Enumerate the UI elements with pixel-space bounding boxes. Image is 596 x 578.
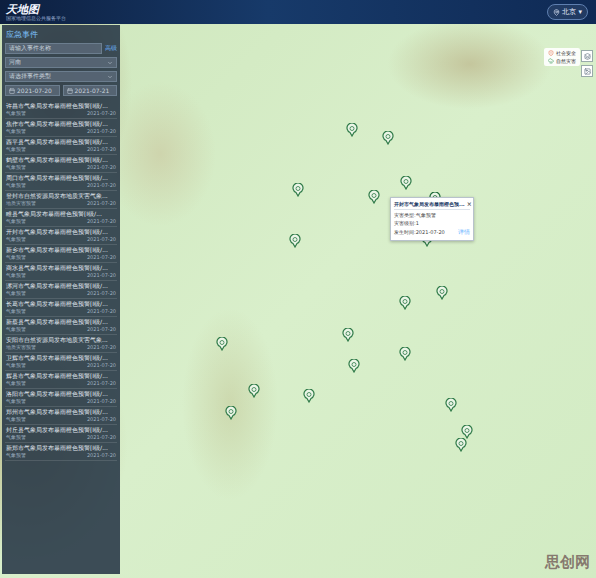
location-icon (553, 9, 560, 16)
close-button[interactable]: × (467, 200, 472, 207)
advanced-button[interactable]: 高级 (105, 44, 117, 53)
map-pin[interactable] (368, 189, 380, 203)
map-pin-icon (455, 438, 467, 452)
event-item[interactable]: 新蔡县气象局发布暴雨橙色预警[I级/...气象预警2021-07-20 (5, 317, 117, 335)
event-item[interactable]: 周口市气象局发布暴雨橙色预警[I级/...气象预警2021-07-20 (5, 173, 117, 191)
detail-link[interactable]: 详情 (458, 228, 470, 237)
calendar-icon (67, 88, 73, 94)
map-pin[interactable] (348, 358, 360, 372)
event-item[interactable]: 商水县气象局发布暴雨橙色预警[I级/...气象预警2021-07-20 (5, 263, 117, 281)
event-item[interactable]: 洛阳市气象局发布暴雨橙色预警[I级/...气象预警2021-07-20 (5, 389, 117, 407)
popup-line: 灾害类型:气象预警 (394, 212, 470, 219)
map-tools (581, 50, 593, 77)
event-item[interactable]: 封丘县气象局发布暴雨橙色预警[I级/...气象预警2021-07-20 (5, 425, 117, 443)
map[interactable]: 应急事件请输入事件名称高级河南请选择事件类型 2021-07-202021-07-… (0, 24, 596, 578)
chevron-down-icon (107, 60, 113, 66)
logo[interactable]: 天地图国家地理信息公共服务平台 (6, 4, 66, 21)
map-pin-icon (436, 286, 448, 300)
map-pin[interactable] (342, 327, 354, 341)
legend-item[interactable]: 自然灾害 (548, 58, 576, 64)
map-pin[interactable] (248, 383, 260, 397)
event-item[interactable]: 登封市自然资源局发布地质灾害气象...地质灾害预警2021-07-20 (5, 191, 117, 209)
event-item[interactable]: 辉县市气象局发布暴雨橙色预警[I级/...气象预警2021-07-20 (5, 371, 117, 389)
map-pin[interactable] (382, 130, 394, 144)
map-pin[interactable] (399, 295, 411, 309)
map-pin[interactable] (216, 336, 228, 350)
event-item[interactable]: 漯河市气象局发布暴雨橙色预警[I级/...气象预警2021-07-20 (5, 281, 117, 299)
map-pin-icon (225, 406, 237, 420)
map-pin-icon (400, 176, 412, 190)
map-pin[interactable] (436, 285, 448, 299)
map-pin[interactable] (289, 233, 301, 247)
basemap-button[interactable] (581, 65, 593, 77)
map-pin[interactable] (461, 424, 473, 438)
event-item[interactable]: 鹤壁市气象局发布暴雨橙色预警[I级/...气象预警2021-07-20 (5, 155, 117, 173)
popup-line: 发生时间:2021-07-20 (394, 229, 445, 236)
map-pin-icon (303, 389, 315, 403)
map-pin[interactable] (225, 405, 237, 419)
date-from[interactable]: 2021-07-20 (5, 85, 60, 96)
map-pin-icon (289, 234, 301, 248)
map-app: 天地图国家地理信息公共服务平台 北京▾ 应急事件请输入事件名称高级河南请选择事件类型… (0, 0, 596, 578)
map-pin[interactable] (292, 182, 304, 196)
event-item[interactable]: 西平县气象局发布暴雨橙色预警[I级/...气象预警2021-07-20 (5, 137, 117, 155)
event-item[interactable]: 睢县气象局发布暴雨橙色预警[I级/...气象预警2021-07-20 (5, 209, 117, 227)
map-pin-icon (445, 398, 457, 412)
image-icon (584, 68, 591, 75)
map-pin[interactable] (303, 388, 315, 402)
legend: 社会安全自然灾害 (544, 48, 580, 66)
event-item[interactable]: 长葛市气象局发布暴雨橙色预警[I级/...气象预警2021-07-20 (5, 299, 117, 317)
map-pin-icon (368, 190, 380, 204)
map-pin-icon (348, 359, 360, 373)
calendar-icon (9, 88, 15, 94)
map-pin-icon (292, 183, 304, 197)
legend-item[interactable]: 社会安全 (548, 50, 576, 56)
map-pin[interactable] (400, 175, 412, 189)
map-pin[interactable] (346, 122, 358, 136)
event-panel: 应急事件请输入事件名称高级河南请选择事件类型 2021-07-202021-07-… (2, 25, 120, 574)
map-pin[interactable] (445, 397, 457, 411)
legend-icon (548, 50, 554, 56)
event-item[interactable]: 开封市气象局发布暴雨橙色预警[I级/...气象预警2021-07-20 (5, 227, 117, 245)
date-to[interactable]: 2021-07-21 (63, 85, 118, 96)
map-pin-icon (382, 131, 394, 145)
map-pin-icon (342, 328, 354, 342)
event-item[interactable]: 新乡市气象局发布暴雨橙色预警[I级/...气象预警2021-07-20 (5, 245, 117, 263)
map-pin-icon (399, 347, 411, 361)
layers-button[interactable] (581, 50, 593, 62)
map-pin-icon (248, 384, 260, 398)
layers-icon (584, 53, 591, 60)
map-pin-icon (461, 425, 473, 439)
event-item[interactable]: 郑州市气象局发布暴雨橙色预警[I级/...气象预警2021-07-20 (5, 407, 117, 425)
map-pin[interactable] (455, 437, 467, 451)
header: 天地图国家地理信息公共服务平台 北京▾ (0, 0, 596, 24)
type-select[interactable]: 请选择事件类型 (5, 71, 117, 82)
event-item[interactable]: 安阳市自然资源局发布地质灾害气象...地质灾害预警2021-07-20 (5, 335, 117, 353)
event-item[interactable]: 卫辉市气象局发布暴雨橙色预警[I级/...气象预警2021-07-20 (5, 353, 117, 371)
event-item[interactable]: 焦作市气象局发布暴雨橙色预警[I级/...气象预警2021-07-20 (5, 119, 117, 137)
legend-icon (548, 58, 554, 64)
city-selector[interactable]: 北京▾ (547, 4, 588, 20)
event-item[interactable]: 许昌市气象局发布暴雨橙色预警[I级/...气象预警2021-07-20 (5, 101, 117, 119)
panel-title: 应急事件 (5, 28, 117, 43)
map-pin-icon (399, 296, 411, 310)
map-pin-icon (216, 337, 228, 351)
map-pin-icon (346, 123, 358, 137)
region-select[interactable]: 河南 (5, 57, 117, 68)
event-list: 许昌市气象局发布暴雨橙色预警[I级/...气象预警2021-07-20焦作市气象… (5, 101, 117, 461)
search-input[interactable]: 请输入事件名称 (5, 43, 102, 54)
chevron-down-icon (107, 74, 113, 80)
event-item[interactable]: 新郑市气象局发布暴雨橙色预警[I级/...气象预警2021-07-20 (5, 443, 117, 461)
popup-line: 灾害级别:1 (394, 220, 470, 227)
map-pin[interactable] (399, 346, 411, 360)
event-popup: 开封市气象局发布暴雨橙色预...× 灾害类型:气象预警灾害级别:1 发生时间:202… (390, 197, 474, 241)
watermark: 思创网 (545, 553, 590, 572)
popup-title: 开封市气象局发布暴雨橙色预... (394, 201, 465, 207)
